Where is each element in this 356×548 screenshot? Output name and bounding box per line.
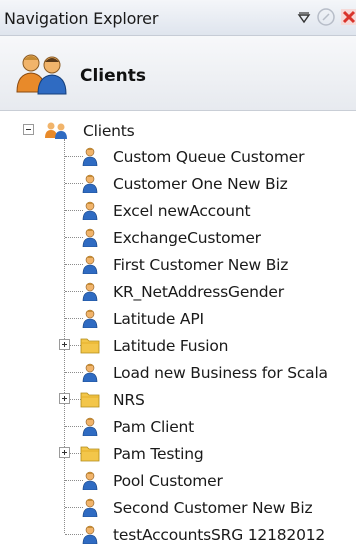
tree-item-label: ExchangeCustomer	[113, 229, 261, 247]
customer-icon	[82, 282, 98, 305]
tree-connector-line	[65, 156, 83, 157]
customer-icon	[82, 201, 98, 224]
expand-toggle[interactable]	[59, 339, 70, 350]
tree-item-label: Load new Business for Scala	[113, 364, 328, 382]
tree-customer-item[interactable]: testAccountsSRG 12182012	[0, 521, 356, 547]
tree-folder-item[interactable]: Latitude Fusion	[0, 332, 356, 358]
tree-connector-line	[65, 237, 83, 238]
navigation-tree: Clients Custom Queue Customer Customer On…	[0, 111, 356, 546]
window-title: Navigation Explorer	[4, 9, 159, 28]
folder-icon	[80, 390, 100, 412]
section-header: Clients	[0, 36, 356, 111]
tree-folder-item[interactable]: NRS	[0, 386, 356, 412]
tree-item-label: KR_NetAddressGender	[113, 283, 284, 301]
tree-connector-line	[65, 183, 83, 184]
tree-customer-item[interactable]: Pool Customer	[0, 467, 356, 493]
tree-item-label: testAccountsSRG 12182012	[113, 526, 326, 544]
tree-customer-item[interactable]: Customer One New Biz	[0, 170, 356, 196]
customer-icon	[82, 174, 98, 197]
tree-customer-item[interactable]: First Customer New Biz	[0, 251, 356, 277]
tree-connector-line	[65, 210, 83, 211]
tree-connector-line	[65, 291, 83, 292]
tree-connector-line	[65, 264, 83, 265]
tree-folder-item[interactable]: Pam Testing	[0, 440, 356, 466]
tree-item-label: NRS	[113, 391, 145, 409]
customer-icon	[82, 147, 98, 170]
customer-icon	[82, 228, 98, 251]
tree-customer-item[interactable]: Excel newAccount	[0, 197, 356, 223]
pin-icon[interactable]	[315, 6, 337, 32]
tree-connector-line	[65, 318, 83, 319]
tree-connector-line	[65, 480, 83, 481]
tree-customer-item[interactable]: Second Customer New Biz	[0, 494, 356, 520]
tree-item-label: Pam Client	[113, 418, 195, 436]
tree-item-label: Second Customer New Biz	[113, 499, 313, 517]
tree-customer-item[interactable]: Latitude API	[0, 305, 356, 331]
tree-item-label: Latitude API	[113, 310, 204, 328]
customer-icon	[82, 255, 98, 278]
customer-icon	[82, 471, 98, 494]
folder-icon	[80, 444, 100, 466]
customer-icon	[82, 525, 98, 548]
tree-item-label: Custom Queue Customer	[113, 148, 305, 166]
tree-connector-line	[65, 534, 83, 535]
clients-group-icon	[44, 121, 70, 143]
expand-toggle[interactable]	[59, 447, 70, 458]
expand-toggle[interactable]	[59, 393, 70, 404]
clients-group-icon	[14, 52, 70, 100]
tree-item-label: Pam Testing	[113, 445, 204, 463]
tree-root-clients[interactable]: Clients	[0, 117, 356, 143]
tree-customer-item[interactable]: Pam Client	[0, 413, 356, 439]
tree-item-label: Excel newAccount	[113, 202, 251, 220]
customer-icon	[82, 309, 98, 332]
tree-item-label: Pool Customer	[113, 472, 223, 490]
collapse-toggle[interactable]	[23, 124, 34, 135]
tree-connector-line	[65, 507, 83, 508]
header-title: Clients	[80, 66, 147, 86]
tree-item-label: Customer One New Biz	[113, 175, 288, 193]
tree-item-label: Latitude Fusion	[113, 337, 229, 355]
tree-connector-line	[65, 372, 83, 373]
tree-root-label: Clients	[83, 122, 135, 140]
tree-customer-item[interactable]: Load new Business for Scala	[0, 359, 356, 385]
customer-icon	[82, 363, 98, 386]
customer-icon	[82, 417, 98, 440]
tree-customer-item[interactable]: KR_NetAddressGender	[0, 278, 356, 304]
dropdown-arrow-icon[interactable]	[297, 10, 311, 29]
tree-customer-item[interactable]: Custom Queue Customer	[0, 143, 356, 169]
tree-item-label: First Customer New Biz	[113, 256, 289, 274]
folder-icon	[80, 336, 100, 358]
tree-connector-line	[65, 426, 83, 427]
close-icon[interactable]	[341, 9, 356, 29]
tree-customer-item[interactable]: ExchangeCustomer	[0, 224, 356, 250]
customer-icon	[82, 498, 98, 521]
window-titlebar: Navigation Explorer	[0, 0, 356, 36]
